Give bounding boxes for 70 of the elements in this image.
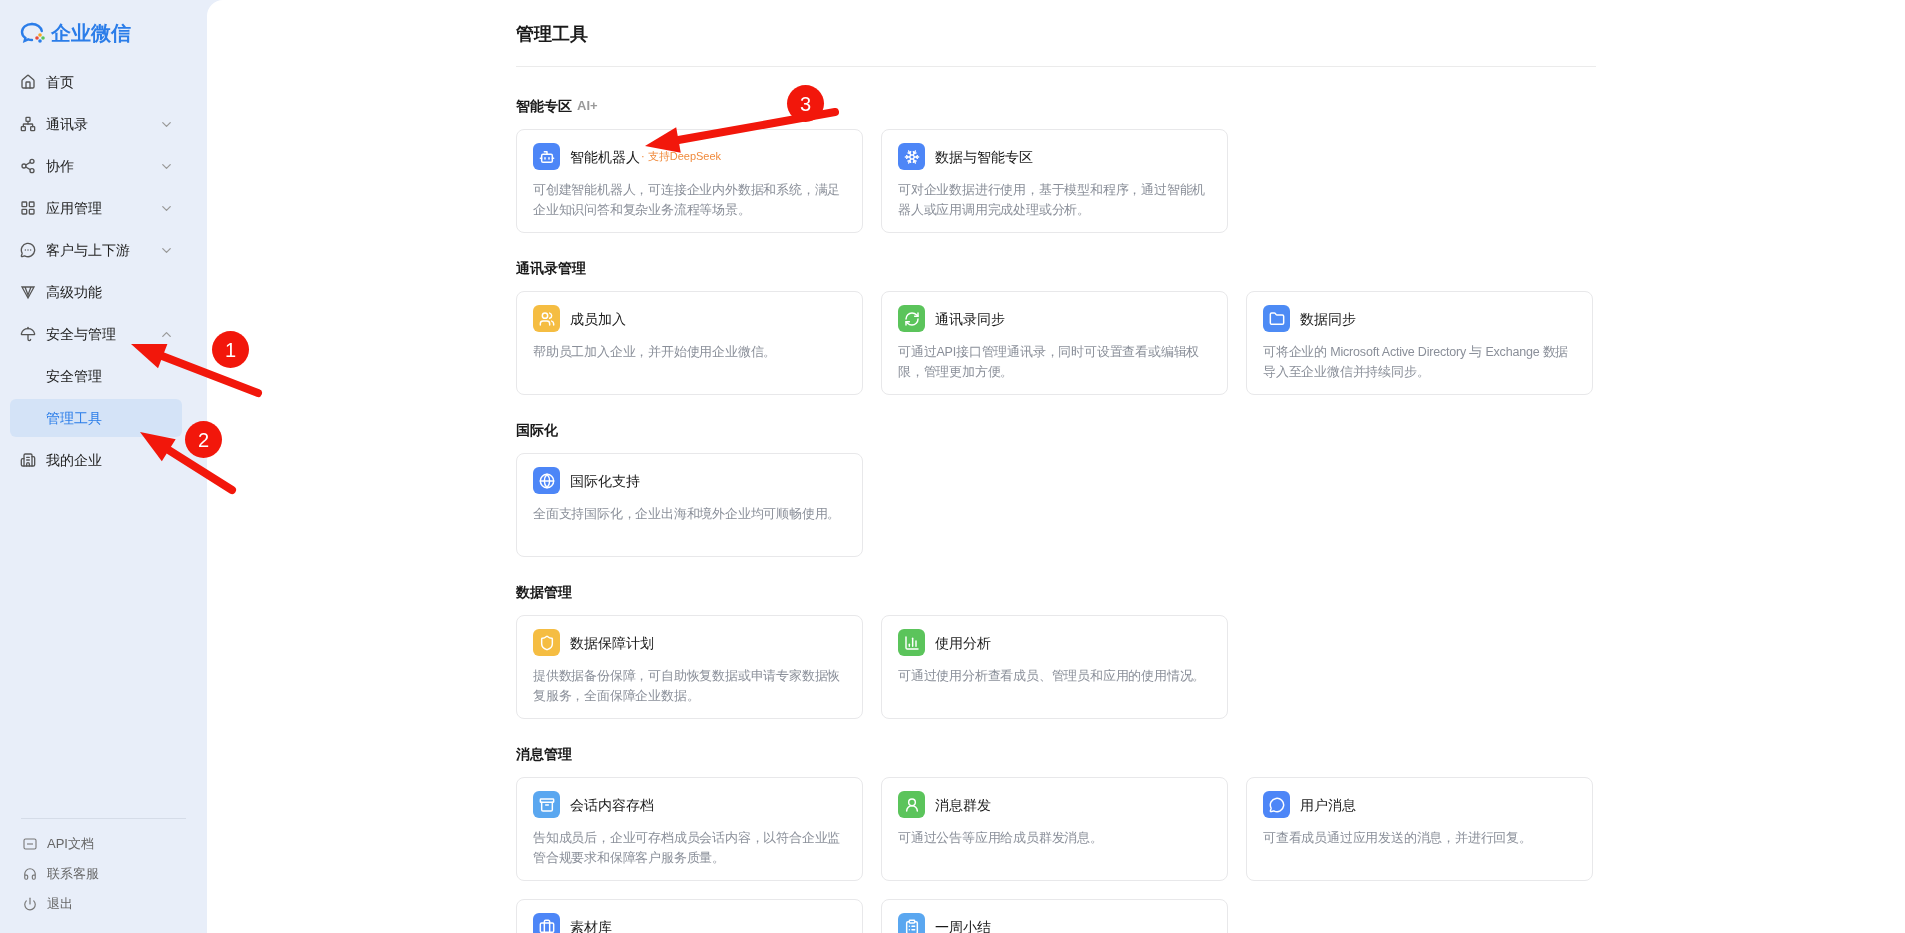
headset-icon [23,867,37,881]
section-heading: 国际化 [516,420,558,440]
deepseek-tag: · 支持DeepSeek [641,148,722,165]
card-title: 素材库 [570,917,612,933]
nav-item[interactable]: 应用管理 [10,192,188,224]
nav-item[interactable]: 我的企业 [10,444,188,476]
tool-card[interactable]: 一周小结 [881,899,1228,933]
tool-card[interactable]: 数据同步 可将企业的 Microsoft Active Directory 与 Exchange 数据导入至企业微信并持续同步。 [1246,291,1593,395]
card-title: 成员加入 [570,309,626,329]
section-heading: 智能专区 [516,96,572,116]
card-title: 智能机器人 [570,147,640,167]
nav-item[interactable]: 客户与上下游 [10,234,188,266]
page-title: 管理工具 [516,0,1596,67]
brand-name: 企业微信 [51,21,131,45]
org-chart-icon [20,116,36,132]
section-heading: 消息管理 [516,744,572,764]
nav-subitem[interactable]: 安全管理 [10,357,182,395]
tool-card[interactable]: 成员加入 帮助员工加入企业，并开始使用企业微信。 [516,291,863,395]
tool-card[interactable]: 会话内容存档 告知成员后，企业可存档成员会话内容，以符合企业监管合规要求和保障客户服务质量。 [516,777,863,881]
nav-item[interactable]: 首页 [10,66,188,98]
nav-item[interactable]: 安全与管理 [10,318,188,350]
tool-card[interactable]: 用户消息 可查看成员通过应用发送的消息，并进行回复。 [1246,777,1593,881]
logo-icon [20,22,46,44]
nav-item[interactable]: 高级功能 [10,276,188,308]
ai-tag: AI+ [577,96,598,116]
tool-card[interactable]: 素材库 [516,899,863,933]
footer-link[interactable]: 退出 [10,889,197,919]
card-description: 全面支持国际化，企业出海和境外企业均可顺畅使用。 [533,506,842,523]
card-title: 数据保障计划 [570,633,654,653]
card-description: 可创建智能机器人，可连接企业内外数据和系统，满足企业知识问答和复杂业务流程等场景。 [533,182,842,219]
card-description: 帮助员工加入企业，并开始使用企业微信。 [533,344,778,361]
tool-card[interactable]: 通讯录同步 可通过API接口管理通讯录，同时可设置查看或编辑权限，管理更加方便。 [881,291,1228,395]
card-title: 数据与智能专区 [935,147,1033,167]
card-description: 可将企业的 Microsoft Active Directory 与 Exchange 数据导入至企业微信并持续同步。 [1263,344,1570,381]
power-icon [23,897,37,911]
card-description: 可对企业数据进行使用，基于模型和程序，通过智能机器人或应用调用完成处理或分析。 [898,182,1207,219]
footer-link[interactable]: API文档 [10,829,197,859]
tool-card[interactable]: 消息群发 可通过公告等应用给成员群发消息。 [881,777,1228,881]
v-shape-icon [20,284,36,300]
card-description: 可查看成员通过应用发送的消息，并进行回复。 [1263,830,1533,847]
tool-card[interactable]: 数据保障计划 提供数据备份保障，可自助恢复数据或申请专家数据恢复服务，全面保障企业数据。 [516,615,863,719]
card-title: 会话内容存档 [570,795,654,815]
tool-card[interactable]: 智能机器人· 支持DeepSeek 可创建智能机器人，可连接企业内外数据和系统，满足企业知识问答和复杂业务流程等场景。 [516,129,863,233]
building-icon [20,452,36,468]
card-description: 可通过公告等应用给成员群发消息。 [898,830,1104,847]
nav-item[interactable]: 通讯录 [10,108,188,140]
share-icon [20,158,36,174]
footer-link[interactable]: 联系客服 [10,859,197,889]
card-title: 消息群发 [935,795,991,815]
card-description: 告知成员后，企业可存档成员会话内容，以符合企业监管合规要求和保障客户服务质量。 [533,830,842,867]
section-heading: 通讯录管理 [516,258,586,278]
card-description: 提供数据备份保障，可自助恢复数据或申请专家数据恢复服务，全面保障企业数据。 [533,668,842,705]
card-title: 通讯录同步 [935,309,1005,329]
card-title: 使用分析 [935,633,991,653]
nav-item[interactable]: 协作 [10,150,188,182]
grid-icon [20,200,36,216]
umbrella-icon [20,326,36,342]
card-title: 数据同步 [1300,309,1356,329]
section-heading: 数据管理 [516,582,572,602]
card-title: 用户消息 [1300,795,1356,815]
card-title: 一周小结 [935,917,991,933]
document-icon [23,837,37,851]
tool-card[interactable]: 使用分析 可通过使用分析查看成员、管理员和应用的使用情况。 [881,615,1228,719]
home-icon [20,74,36,90]
card-title: 国际化支持 [570,471,640,491]
card-description: 可通过使用分析查看成员、管理员和应用的使用情况。 [898,668,1207,685]
tool-card[interactable]: 数据与智能专区 可对企业数据进行使用，基于模型和程序，通过智能机器人或应用调用完成处理或分析。 [881,129,1228,233]
tool-card[interactable]: 国际化支持 全面支持国际化，企业出海和境外企业均可顺畅使用。 [516,453,863,557]
card-description: 可通过API接口管理通讯录，同时可设置查看或编辑权限，管理更加方便。 [898,344,1201,381]
chat-bubble-icon [20,242,36,258]
